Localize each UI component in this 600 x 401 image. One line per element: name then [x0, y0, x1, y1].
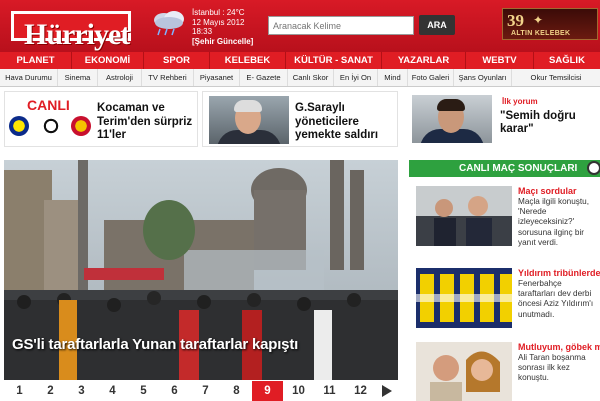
- logo-text: Hürriyet: [24, 18, 130, 51]
- teaser-photo: [412, 95, 492, 143]
- subnav-e-gazete[interactable]: E- Gazete: [240, 69, 288, 86]
- subnav-mind[interactable]: Mind: [378, 69, 408, 86]
- sub-nav: Hava Durumu Sinema Astroloji TV Rehberi …: [0, 69, 600, 87]
- logo[interactable]: Hürriyet: [10, 10, 132, 51]
- page-number-6[interactable]: 6: [159, 381, 190, 401]
- side-news-thumb: [416, 186, 512, 246]
- page-number-2[interactable]: 2: [35, 381, 66, 401]
- nav-saglik[interactable]: SAĞLIK: [534, 52, 600, 69]
- nav-kelebek[interactable]: KELEBEK: [210, 52, 286, 69]
- page-number-11[interactable]: 11: [314, 381, 345, 401]
- main-nav: PLANET EKONOMİ SPOR KELEBEK KÜLTÜR - SAN…: [0, 52, 600, 69]
- rain-cloud-icon: [154, 11, 184, 36]
- teaser-title: "Semih doğru karar": [500, 110, 576, 135]
- teaser-attack[interactable]: G.Saraylı yöneticilere yemekte saldırı: [202, 91, 398, 147]
- page-number-10[interactable]: 10: [283, 381, 314, 401]
- side-news-text: Maçla ilgili konuştu, 'Nerede izleyeceksi…: [518, 197, 589, 247]
- promo-text: ALTIN KELEBEK: [511, 30, 571, 37]
- subnav-piyasanet[interactable]: Piyasanet: [194, 69, 240, 86]
- page: Hürriyet İstanbul : 24°C 12 Mayıs 2012 1…: [0, 0, 600, 401]
- football-icon: [41, 116, 61, 136]
- page-number-9[interactable]: 9: [252, 381, 283, 401]
- page-number-8[interactable]: 8: [221, 381, 252, 401]
- side-news-title: Maçı sordular: [518, 186, 577, 196]
- hero-caption[interactable]: GS'li taraftarlarla Yunan taraftarlar ka…: [12, 336, 298, 353]
- subnav-tv-rehberi[interactable]: TV Rehberi: [142, 69, 194, 86]
- side-news-text: Ali Taran boşanma sonrası ilk kez konuştu…: [518, 353, 586, 383]
- subnav-hava-durumu[interactable]: Hava Durumu: [0, 69, 58, 86]
- weather-time: 18:33: [192, 27, 213, 36]
- header: Hürriyet İstanbul : 24°C 12 Mayıs 2012 1…: [0, 0, 600, 52]
- side-news-item[interactable]: Maçı sordular Maçla ilgili konuştu, 'Nere…: [416, 186, 600, 248]
- nav-planet[interactable]: PLANET: [0, 52, 72, 69]
- galatasaray-logo-icon: [71, 116, 91, 136]
- side-news-thumb: [416, 268, 512, 328]
- altin-kelebek-banner[interactable]: 39 ✦ ALTIN KELEBEK: [502, 8, 598, 40]
- butterfly-icon: ✦: [533, 13, 544, 27]
- live-results-bar[interactable]: CANLI MAÇ SONUÇLARI: [409, 160, 600, 177]
- subnav-canli-skor[interactable]: Canlı Skor: [288, 69, 334, 86]
- subnav-sinema[interactable]: Sinema: [58, 69, 98, 86]
- teaser-first-comment[interactable]: İlk yorum "Semih doğru karar": [406, 91, 600, 147]
- promo-number: 39: [507, 11, 524, 30]
- side-news-item[interactable]: Yıldırım tribünlerde Fenerbahçe taraftarl…: [416, 268, 600, 330]
- hero-pager: 1 2 3 4 5 6 7 8 9 10 11 12: [4, 381, 400, 401]
- weather-date: 12 Mayıs 2012: [192, 17, 245, 27]
- subnav-sans-oyunlari[interactable]: Şans Oyunları: [454, 69, 512, 86]
- football-icon: [587, 161, 600, 175]
- teaser-title: G.Saraylı yöneticilere yemekte saldırı: [295, 102, 379, 141]
- city-update-link[interactable]: [Şehir Güncelle]: [192, 37, 253, 47]
- subnav-foto-galeri[interactable]: Foto Galeri: [408, 69, 454, 86]
- side-news-item[interactable]: Mutluyum, göbek mi atayım Ali Taran boşa…: [416, 342, 600, 401]
- weather-widget: İstanbul : 24°C 12 Mayıs 2012 18:33 [Şeh…: [192, 8, 253, 46]
- page-number-12[interactable]: 12: [345, 381, 376, 401]
- fenerbahce-logo-icon: [9, 116, 29, 136]
- side-news-text: Fenerbahçe taraftarları dev derbi öncesi …: [518, 279, 594, 319]
- page-number-4[interactable]: 4: [97, 381, 128, 401]
- weather-city: İstanbul : 24°C: [192, 8, 245, 17]
- next-arrow-icon[interactable]: [380, 385, 394, 397]
- side-news-title: Mutluyum, göbek mi atayım: [518, 342, 600, 352]
- side-news-title: Yıldırım tribünlerde: [518, 268, 600, 278]
- page-number-5[interactable]: 5: [128, 381, 159, 401]
- page-number-1[interactable]: 1: [4, 381, 35, 401]
- nav-spor[interactable]: SPOR: [144, 52, 210, 69]
- teaser-row: CANLI Kocaman ve Terim'den sürpriz 11'le…: [0, 91, 600, 151]
- nav-webtv[interactable]: WEBTV: [466, 52, 534, 69]
- teaser-photo: [209, 96, 289, 144]
- subnav-astroloji[interactable]: Astroloji: [98, 69, 142, 86]
- hero-slider[interactable]: GS'li taraftarlarla Yunan taraftarlar ka…: [4, 160, 398, 380]
- first-comment-label: İlk yorum: [502, 97, 538, 106]
- nav-kultur-sanat[interactable]: KÜLTÜR - SANAT: [286, 52, 382, 69]
- search-button[interactable]: ARA: [419, 15, 455, 35]
- teaser-title: Kocaman ve Terim'den sürpriz 11'ler: [97, 102, 193, 141]
- page-number-3[interactable]: 3: [66, 381, 97, 401]
- subnav-okur-temsilcisi[interactable]: Okur Temsilcisi: [512, 69, 600, 86]
- side-news-thumb: [416, 342, 512, 401]
- teaser-live-match[interactable]: CANLI Kocaman ve Terim'den sürpriz 11'le…: [4, 91, 198, 147]
- nav-ekonomi[interactable]: EKONOMİ: [72, 52, 144, 69]
- search-input[interactable]: [268, 16, 414, 35]
- nav-yazarlar[interactable]: YAZARLAR: [382, 52, 466, 69]
- live-label: CANLI: [27, 97, 70, 113]
- page-number-7[interactable]: 7: [190, 381, 221, 401]
- subnav-en-iyi-on[interactable]: En İyi On: [334, 69, 378, 86]
